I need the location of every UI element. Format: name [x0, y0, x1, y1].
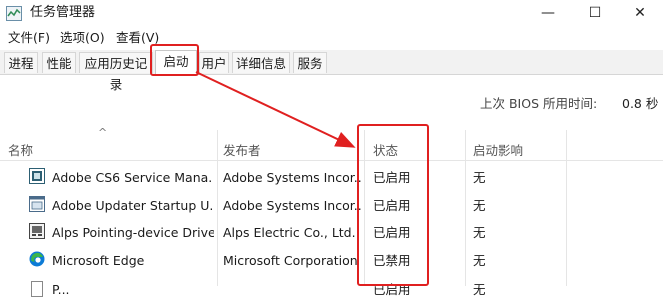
annotation-arrow: [195, 71, 356, 148]
